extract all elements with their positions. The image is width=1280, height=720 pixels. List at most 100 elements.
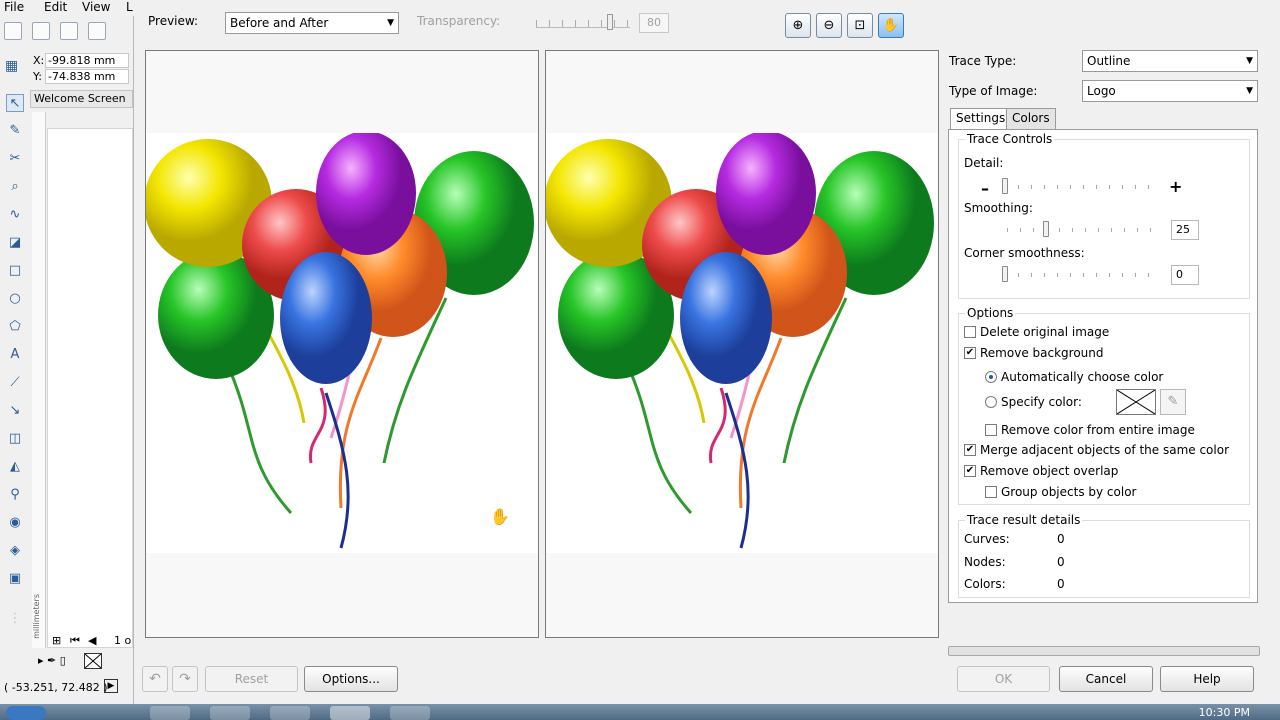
zoom-tool-icon[interactable]: ⌕ — [6, 178, 24, 196]
before-preview-pane[interactable] — [144, 50, 539, 638]
preview-mode-select[interactable]: Before and After ▼ — [225, 12, 399, 34]
first-page-icon[interactable]: ⏮ — [70, 634, 80, 648]
corner-smoothness-value-field[interactable]: 0 — [1171, 265, 1199, 285]
tab-settings[interactable]: Settings — [950, 108, 1012, 131]
start-button[interactable] — [6, 706, 46, 720]
polygon-tool-icon[interactable]: ⬠ — [6, 318, 24, 336]
transparency-slider-thumb[interactable] — [607, 14, 613, 30]
options-button[interactable]: Options... — [304, 666, 398, 692]
transparency-tool-icon[interactable]: ◭ — [6, 458, 24, 476]
fill-tool-icon[interactable]: ◈ — [6, 542, 24, 560]
trace-type-select[interactable]: Outline ▼ — [1082, 50, 1258, 72]
zoom-in-button[interactable]: ⊕ — [785, 13, 811, 38]
remove-entire-checkbox[interactable] — [985, 424, 997, 436]
taskbar-app-2[interactable] — [210, 706, 250, 720]
remove-overlap-checkbox[interactable]: ✔ — [964, 465, 976, 477]
menu-view[interactable]: View — [82, 0, 110, 14]
ellipse-tool-icon[interactable]: ○ — [6, 290, 24, 308]
freehand-tool-icon[interactable]: ∿ — [6, 206, 24, 224]
taskbar-app-coreldraw[interactable] — [330, 706, 370, 720]
plus-icon[interactable]: + — [1169, 177, 1182, 196]
new-document-icon[interactable] — [4, 22, 22, 40]
object-origin-icon[interactable]: ▦ — [5, 58, 18, 74]
y-position-field[interactable]: -74.838 mm — [45, 69, 129, 84]
save-icon[interactable] — [60, 22, 78, 40]
undo-button[interactable]: ↶ — [142, 666, 168, 692]
pick-tool-icon[interactable]: ↖ — [6, 94, 24, 112]
open-folder-icon[interactable] — [32, 22, 50, 40]
taskbar-app-chrome[interactable] — [150, 706, 190, 720]
page-navigator: ⊞ ⏮ ◀ 1 o — [46, 634, 134, 650]
eyedropper-icon[interactable]: ✎ — [1160, 389, 1186, 415]
redo-button[interactable]: ↷ — [172, 666, 198, 692]
pan-button[interactable]: ✋ — [878, 13, 904, 38]
group-by-color-checkbox[interactable] — [985, 486, 997, 498]
rectangle-tool-icon[interactable]: □ — [6, 262, 24, 280]
transparency-label: Transparency: — [417, 14, 501, 28]
taskbar: 10:30 PM — [0, 704, 1280, 720]
minus-icon[interactable]: – — [981, 179, 989, 198]
transparency-value[interactable]: 80 — [639, 13, 669, 33]
print-icon[interactable] — [88, 22, 106, 40]
detail-slider[interactable] — [1005, 185, 1157, 189]
prev-page-icon[interactable]: ◀ — [88, 634, 96, 647]
hand-cursor-icon: ✋ — [490, 507, 510, 526]
zoom-out-button[interactable]: ⊖ — [816, 13, 842, 38]
taskbar-app-explorer[interactable] — [390, 706, 430, 720]
menu-edit[interactable]: Edit — [44, 0, 67, 14]
delete-original-checkbox[interactable] — [964, 326, 976, 338]
menu-layout[interactable]: L — [126, 0, 133, 14]
page-indicator: 1 o — [114, 634, 132, 647]
vertical-ruler: millimeters — [32, 112, 46, 648]
merge-adjacent-checkbox[interactable]: ✔ — [964, 444, 976, 456]
taskbar-app-3[interactable] — [270, 706, 310, 720]
smoothing-value-field[interactable]: 25 — [1171, 220, 1199, 240]
redo-icon: ↷ — [179, 671, 191, 687]
shadow-tool-icon[interactable]: ◫ — [6, 430, 24, 448]
auto-color-radio[interactable] — [985, 371, 997, 383]
outline-tool-icon[interactable]: ◉ — [6, 514, 24, 532]
tab-colors[interactable]: Colors — [1006, 108, 1056, 130]
after-image — [544, 131, 938, 553]
ok-button[interactable]: OK — [957, 666, 1050, 692]
corner-smoothness-slider[interactable] — [1005, 273, 1161, 277]
crop-tool-icon[interactable]: ✂ — [6, 150, 24, 168]
image-type-label: Type of Image: — [949, 84, 1038, 98]
remove-background-checkbox[interactable]: ✔ — [964, 347, 976, 359]
host-document-canvas[interactable] — [47, 128, 133, 648]
detail-slider-thumb[interactable] — [1002, 178, 1008, 194]
no-fill-icon[interactable] — [84, 653, 102, 669]
help-button[interactable]: Help — [1160, 666, 1254, 692]
interactive-fill-tool-icon[interactable]: ▣ — [6, 570, 24, 588]
smoothing-slider-thumb[interactable] — [1042, 221, 1049, 237]
eyedropper-tool-icon[interactable]: ⚲ — [6, 486, 24, 504]
corner-smoothness-slider-thumb[interactable] — [1002, 266, 1008, 282]
menu-file[interactable]: File — [4, 0, 24, 14]
transparency-slider[interactable] — [536, 20, 630, 28]
play-icon[interactable]: ▸ ✒ ▯ — [38, 654, 66, 667]
image-type-select[interactable]: Logo ▼ — [1082, 80, 1258, 102]
text-tool-icon[interactable]: A — [6, 346, 24, 364]
balloons-image — [144, 131, 534, 549]
welcome-screen-tab[interactable]: Welcome Screen — [30, 90, 133, 108]
after-preview-pane[interactable] — [544, 50, 939, 638]
dimension-tool-icon[interactable]: ⟋ — [6, 374, 24, 392]
reset-button[interactable]: Reset — [205, 666, 298, 692]
status-arrow-icon[interactable]: ▶ — [104, 679, 118, 693]
detail-label: Detail: — [964, 156, 1004, 170]
cancel-button[interactable]: Cancel — [1059, 666, 1153, 692]
delete-original-label: Delete original image — [980, 325, 1110, 339]
hand-icon: ✋ — [882, 18, 900, 33]
background-color-swatch[interactable] — [1116, 389, 1156, 415]
smoothing-slider[interactable] — [1007, 228, 1161, 232]
zoom-fit-button[interactable]: ⊡ — [847, 13, 873, 38]
before-image — [144, 131, 538, 553]
panel-horizontal-scrollbar[interactable] — [948, 646, 1260, 656]
smart-fill-tool-icon[interactable]: ◪ — [6, 234, 24, 252]
shape-tool-icon[interactable]: ✎ — [6, 122, 24, 140]
trace-results-title: Trace result details — [965, 513, 1083, 527]
add-page-icon[interactable]: ⊞ — [52, 634, 61, 647]
specify-color-radio[interactable] — [985, 396, 997, 408]
connector-tool-icon[interactable]: ↘ — [6, 402, 24, 420]
x-position-field[interactable]: -99.818 mm — [45, 53, 129, 68]
